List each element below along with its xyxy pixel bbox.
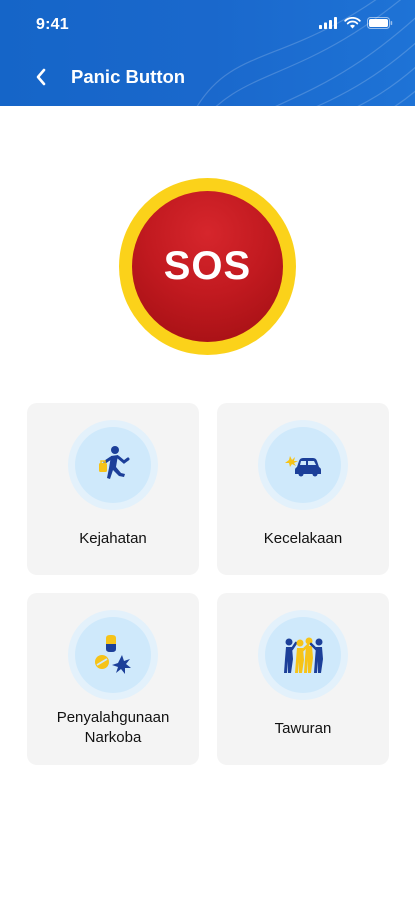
page-title: Panic Button [71, 66, 186, 87]
icon-halo [258, 610, 348, 700]
icon-halo [258, 420, 348, 510]
category-label: Tawuran [274, 720, 332, 737]
category-card-kejahatan[interactable]: Kejahatan [27, 403, 199, 575]
category-card-tawuran[interactable]: Tawuran [217, 593, 389, 765]
icon-circle [265, 617, 341, 693]
icon-halo [68, 420, 158, 510]
running-thief-icon [99, 446, 130, 479]
status-bar-icons [319, 17, 393, 29]
chevron-left-icon [36, 68, 46, 86]
icon-circle [75, 427, 151, 503]
category-label-line2: Narkoba [84, 729, 142, 746]
category-label: Kejahatan [79, 530, 147, 547]
sos-button-core: SOS [132, 191, 283, 342]
category-label: Penyalahgunaan Narkoba [27, 708, 199, 748]
back-button[interactable] [30, 64, 52, 90]
status-bar-time: 9:41 [36, 16, 69, 33]
sos-button[interactable]: SOS [119, 178, 296, 355]
street-fight-icon [284, 637, 323, 673]
sos-label: SOS [163, 244, 252, 288]
car-crash-icon [285, 456, 321, 477]
header-wave-decoration [196, 0, 415, 106]
category-card-narkoba[interactable]: Penyalahgunaan Narkoba [27, 593, 199, 765]
icon-circle [75, 617, 151, 693]
icon-halo [68, 610, 158, 700]
category-label-line1: Penyalahgunaan [56, 709, 170, 726]
cellular-signal-icon [319, 17, 337, 29]
category-card-kecelakaan[interactable]: Kecelakaan [217, 403, 389, 575]
app-header: 9:41 Panic Button [0, 0, 415, 106]
icon-circle [265, 427, 341, 503]
wifi-icon [344, 17, 361, 29]
drug-pills-icon [95, 635, 131, 674]
battery-icon [367, 17, 393, 29]
category-label: Kecelakaan [263, 530, 343, 547]
